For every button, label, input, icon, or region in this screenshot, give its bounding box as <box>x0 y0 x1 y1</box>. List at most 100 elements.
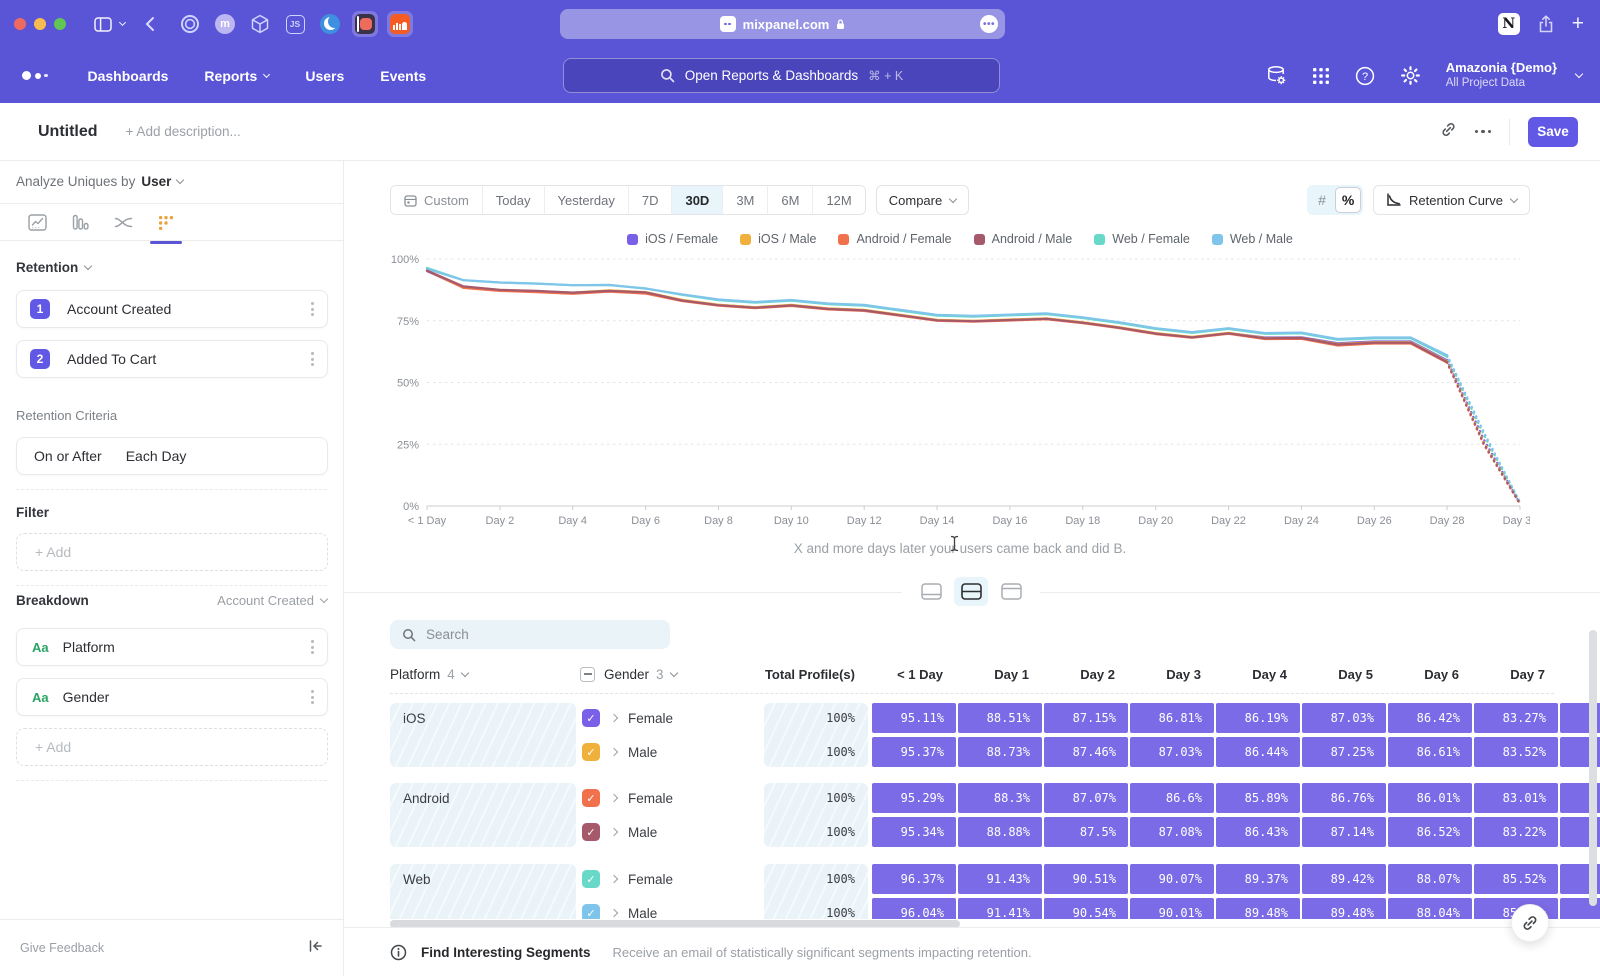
absolute-numbers-toggle[interactable]: # <box>1309 187 1335 213</box>
breakdown-gender[interactable]: Aa Gender <box>16 678 328 716</box>
step-menu-icon[interactable] <box>311 352 314 366</box>
retention-criteria-card[interactable]: On or After Each Day <box>16 437 328 475</box>
day-column-header[interactable]: Day 2 <box>1044 660 1128 688</box>
tab-funnels[interactable] <box>67 210 93 236</box>
expand-row-icon[interactable] <box>610 714 618 722</box>
gender-row-cell[interactable]: ✓Male <box>580 817 756 847</box>
expand-row-icon[interactable] <box>610 909 618 917</box>
nav-item-users[interactable]: Users <box>305 68 344 84</box>
breakdown-menu-icon[interactable] <box>311 640 314 654</box>
select-all-checkbox[interactable] <box>580 667 595 682</box>
series-checkbox[interactable]: ✓ <box>582 789 600 807</box>
gender-row-cell[interactable]: ✓Male <box>580 898 756 919</box>
minimize-window-button[interactable] <box>34 18 46 30</box>
analyze-uniques-row[interactable]: Analyze Uniques by User <box>16 174 183 189</box>
legend-item[interactable]: Web / Male <box>1212 232 1293 246</box>
soundcloud-app-icon[interactable] <box>387 11 413 37</box>
day-column-header[interactable]: Day 6 <box>1388 660 1472 688</box>
chart-only-layout-button[interactable] <box>914 577 948 606</box>
gender-row-cell[interactable]: ✓Female <box>580 864 756 894</box>
js-app-icon[interactable]: JS <box>282 11 308 37</box>
expand-row-icon[interactable] <box>610 794 618 802</box>
breakdown-platform[interactable]: Aa Platform <box>16 628 328 666</box>
legend-item[interactable]: Web / Female <box>1094 232 1190 246</box>
new-tab-icon[interactable]: + <box>1572 12 1584 36</box>
m-avatar-app-icon[interactable]: m <box>212 11 238 37</box>
project-switcher[interactable]: Amazonia {Demo} All Project Data <box>1446 60 1557 91</box>
vertical-scrollbar[interactable] <box>1589 630 1597 906</box>
day-column-header[interactable]: < 1 Day <box>872 660 956 688</box>
notion-icon[interactable]: N <box>1498 13 1520 35</box>
add-breakdown-button[interactable]: + Add <box>16 728 328 766</box>
nav-item-dashboards[interactable]: Dashboards <box>88 68 169 84</box>
back-icon[interactable] <box>145 16 155 32</box>
day-column-header[interactable]: Day 4 <box>1216 660 1300 688</box>
step-menu-icon[interactable] <box>311 302 314 316</box>
extensions-button[interactable]: ••• <box>980 15 998 33</box>
range-7d[interactable]: 7D <box>628 186 672 214</box>
range-custom[interactable]: Custom <box>391 186 482 214</box>
report-title[interactable]: Untitled <box>38 123 98 141</box>
expand-row-icon[interactable] <box>610 875 618 883</box>
series-checkbox[interactable]: ✓ <box>582 823 600 841</box>
data-management-icon[interactable] <box>1266 65 1287 86</box>
collapse-sidebar-icon[interactable] <box>308 939 323 958</box>
more-options-icon[interactable] <box>1475 130 1492 134</box>
table-only-layout-button[interactable] <box>994 577 1028 606</box>
legend-item[interactable]: iOS / Female <box>627 232 718 246</box>
nav-item-reports[interactable]: Reports <box>204 68 269 84</box>
global-search[interactable]: Open Reports & Dashboards ⌘ + K <box>563 58 1000 93</box>
legend-item[interactable]: Android / Female <box>838 232 951 246</box>
gender-row-cell[interactable]: ✓Female <box>580 703 756 733</box>
series-checkbox[interactable]: ✓ <box>582 904 600 919</box>
chevron-down-icon[interactable] <box>120 23 125 25</box>
report-description-placeholder[interactable]: + Add description... <box>126 124 241 139</box>
criteria-mode[interactable]: On or After <box>34 448 102 464</box>
breakdown-scope-dropdown[interactable]: Account Created <box>217 593 327 608</box>
gender-column-header[interactable]: Gender3 <box>580 660 677 688</box>
day-column-header[interactable]: Day 5 <box>1302 660 1386 688</box>
day-column-header[interactable]: Day 7 <box>1474 660 1558 688</box>
zoom-window-button[interactable] <box>54 18 66 30</box>
criteria-interval[interactable]: Each Day <box>126 448 187 464</box>
breakdown-property[interactable]: Platform <box>63 639 115 655</box>
retention-curve-chart[interactable]: 0%25%50%75%100%< 1 DayDay 2Day 4Day 6Day… <box>390 250 1530 532</box>
window-controls[interactable] <box>14 18 66 30</box>
breakdown-menu-icon[interactable] <box>311 690 314 704</box>
give-feedback-link[interactable]: Give Feedback <box>20 941 104 955</box>
series-checkbox[interactable]: ✓ <box>582 709 600 727</box>
series-checkbox[interactable]: ✓ <box>582 870 600 888</box>
share-link-floating-button[interactable] <box>1511 904 1549 942</box>
compare-button[interactable]: Compare <box>876 185 969 215</box>
apps-grid-icon[interactable] <box>1312 67 1330 85</box>
series-checkbox[interactable]: ✓ <box>582 743 600 761</box>
nav-item-events[interactable]: Events <box>380 68 426 84</box>
legend-item[interactable]: Android / Male <box>974 232 1073 246</box>
range-30d[interactable]: 30D <box>671 186 722 214</box>
tab-flows[interactable] <box>110 210 136 236</box>
legend-item[interactable]: iOS / Male <box>740 232 816 246</box>
range-today[interactable]: Today <box>482 186 544 214</box>
percent-toggle[interactable]: % <box>1335 187 1361 213</box>
cube-app-icon[interactable] <box>247 11 273 37</box>
retention-section-header[interactable]: Retention <box>16 260 91 275</box>
copy-link-icon[interactable] <box>1440 121 1457 143</box>
range-12m[interactable]: 12M <box>812 186 864 214</box>
tab-retention[interactable] <box>153 210 179 236</box>
step-event-name[interactable]: Account Created <box>67 301 171 317</box>
retention-step-1[interactable]: 1 Account Created <box>16 290 328 328</box>
mixpanel-logo[interactable] <box>22 71 48 80</box>
expand-row-icon[interactable] <box>610 828 618 836</box>
chart-type-dropdown[interactable]: Retention Curve <box>1373 185 1530 215</box>
help-icon[interactable]: ? <box>1355 66 1375 86</box>
table-search-input[interactable]: Search <box>390 620 670 649</box>
day-column-header[interactable]: Day 3 <box>1130 660 1214 688</box>
ring-app-icon[interactable] <box>177 11 203 37</box>
gender-row-cell[interactable]: ✓Female <box>580 783 756 813</box>
platform-column-header[interactable]: Platform4 <box>390 660 468 688</box>
day-column-header[interactable]: Day 1 <box>958 660 1042 688</box>
range-6m[interactable]: 6M <box>767 186 812 214</box>
range-3m[interactable]: 3M <box>722 186 767 214</box>
find-segments-title[interactable]: Find Interesting Segments <box>421 945 591 960</box>
close-window-button[interactable] <box>14 18 26 30</box>
